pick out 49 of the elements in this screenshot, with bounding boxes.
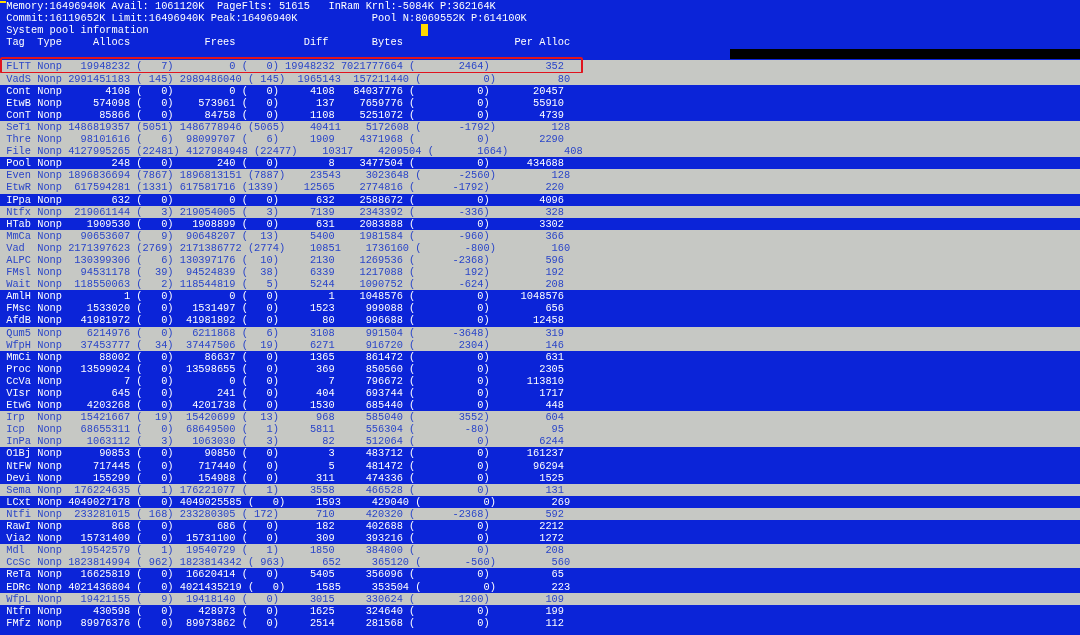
pool-row-text: VIsr Nonp 645 ( 0) 241 ( 0) 404 693744 ( 0) 1717: [5, 387, 565, 400]
pool-row-text: ConT Nonp 85866 ( 0) 84758 ( 0) 1108 5251072 ( 0) 4739: [5, 108, 565, 121]
pool-row-text: Proc Nonp 13599024 ( 0) 13598655 ( 0) 369 850560 ( 0) 2305: [5, 362, 565, 375]
cursor-icon: [421, 24, 428, 37]
pool-row: Ntfx Nonp 219061144 ( 3) 219054005 ( 3) 7139 2343392 ( -336) 328: [0, 205, 1080, 218]
pool-row: Sema Nonp 176224635 ( 1) 176221077 ( 1) 3558 466528 ( 0) 131: [0, 483, 1080, 496]
pool-row-text: Devi Nonp 155299 ( 0) 154988 ( 0) 311 474336 ( 0) 1525: [5, 471, 565, 484]
status-text: Memory:16496940K Avail: 1061120K PageFlts: 51615 InRam Krnl:-5084K P:362164K: [6, 0, 496, 13]
pool-row-text: EDRc Nonp 4021436804 ( 0) 4021435219 ( 0) 1585 353504 ( 0) 223: [5, 580, 572, 593]
column-header: Tag Type Allocs Frees Diff Bytes Per Alloc: [5, 36, 571, 49]
pool-row-text: AmlH Nonp 1 ( 0) 0 ( 0) 1 1048576 ( 0) 1048576: [5, 290, 565, 303]
pool-row: Qum5 Nonp 6214976 ( 0) 6211868 ( 6) 3108 991504 ( -3648) 319: [0, 326, 1080, 339]
pool-row-text: Via2 Nonp 15731409 ( 0) 15731100 ( 0) 309 393216 ( 0) 1272: [5, 532, 565, 545]
pool-row-text: MmCi Nonp 88002 ( 0) 86637 ( 0) 1365 861472 ( 0) 631: [5, 350, 565, 363]
pool-row: Mdl Nonp 19542579 ( 1) 19540729 ( 1) 1850 384800 ( 0) 208: [0, 544, 1080, 557]
pool-row-text: AfdB Nonp 41981972 ( 0) 41981892 ( 0) 80 996688 ( 0) 12458: [5, 314, 565, 327]
pool-row-text: CcVa Nonp 7 ( 0) 0 ( 0) 7 796672 ( 0) 113810: [5, 374, 565, 387]
pool-row-text: EtwG Nonp 4203268 ( 0) 4201738 ( 0) 1530 685440 ( 0) 448: [5, 399, 565, 412]
pool-row: InPa Nonp 1063112 ( 3) 1063030 ( 3) 82 512064 ( 0) 6244: [0, 435, 1080, 448]
pool-row: CcSc Nonp 1823814994 ( 962) 1823814342 ( 963) 652 365120 ( -560) 560: [0, 556, 1080, 569]
pool-row-text: ReTa Nonp 16625819 ( 0) 16620414 ( 0) 5405 356096 ( 0) 65: [5, 568, 565, 581]
pool-row: Even Nonp 1896836694 (7867) 1896813151 (7887) 23543 3023648 ( -2560) 128: [0, 169, 1080, 182]
cursor-icon: [0, 1, 7, 3]
pool-row-text: Cont Nonp 4108 ( 0) 0 ( 0) 4108 84037776 ( 0) 20457: [5, 84, 565, 97]
pool-row-text: O1Bj Nonp 90853 ( 0) 90850 ( 0) 3 483712 ( 0) 161237: [5, 447, 565, 460]
pool-row-text: EtwB Nonp 574098 ( 0) 573961 ( 0) 137 7659776 ( 0) 55910: [5, 96, 565, 109]
pool-row-text: FMsc Nonp 1533020 ( 0) 1531497 ( 0) 1523 999088 ( 0) 656: [5, 302, 565, 315]
pool-row-text: LCxt Nonp 4049027178 ( 0) 4049025585 ( 0) 1593 429040 ( 0) 269: [5, 495, 572, 508]
pool-row-text: RawI Nonp 868 ( 0) 686 ( 0) 182 402688 ( 0) 2212: [5, 520, 565, 533]
pool-row: Thre Nonp 98101616 ( 6) 98099707 ( 6) 1909 4371968 ( 0) 2290: [0, 133, 1080, 146]
pool-row: Irp Nonp 15421667 ( 19) 15420699 ( 13) 968 585040 ( 3552) 604: [0, 411, 1080, 424]
pool-row: MmCa Nonp 90653607 ( 9) 90648207 ( 13) 5400 1981584 ( -960) 366: [0, 229, 1080, 242]
pool-row-text: HTab Nonp 1909530 ( 0) 1908899 ( 0) 631 2083888 ( 0) 3302: [5, 217, 565, 230]
pool-row: Wait Nonp 118550063 ( 2) 118544819 ( 5) 5244 1090752 ( -624) 208: [0, 278, 1080, 291]
status-text: Commit:16119652K Limit:16496940K Peak:16496940K Pool N:8069552K P:614100K: [6, 12, 527, 25]
pool-row-text: NtFW Nonp 717445 ( 0) 717440 ( 0) 5 481472 ( 0) 96294: [5, 459, 565, 472]
pool-row: File Nonp 4127995265 (22481) 4127984948 (22477) 10317 4209504 ( 1664) 408: [0, 145, 1080, 158]
pool-row-text: IPpa Nonp 632 ( 0) 0 ( 0) 632 2588672 ( 0) 4096: [5, 193, 565, 206]
pool-row: SeT1 Nonp 1486819357 (5051) 1486778946 (5065) 40411 5172608 ( -1792) 128: [0, 120, 1080, 134]
pool-row-text: Pool Nonp 248 ( 0) 240 ( 0) 8 3477504 ( 0) 434688: [5, 157, 565, 170]
pool-row: FLTT Nonp 19948232 ( 7) 0 ( 0) 19948232 7021777664 ( 2464) 352: [0, 60, 1080, 73]
pool-row-text: Ntfn Nonp 430598 ( 0) 428973 ( 0) 1625 324640 ( 0) 199: [5, 604, 565, 617]
status-text: System pool information: [6, 24, 149, 37]
pool-row-text: FMfz Nonp 89976376 ( 0) 89973862 ( 0) 2514 281568 ( 0) 112: [5, 616, 565, 629]
pool-row: FMsl Nonp 94531178 ( 39) 94524839 ( 38) 6339 1217088 ( 192) 192: [0, 266, 1080, 279]
pool-row: Icp Nonp 68655311 ( 0) 68649500 ( 1) 5811 556304 ( -80) 95: [0, 423, 1080, 436]
pool-row: EtwR Nonp 617594281 (1331) 617581716 (1339) 12565 2774816 ( -1792) 220: [0, 181, 1080, 194]
pool-row: Ntfi Nonp 233281015 ( 168) 233280305 ( 172) 710 420320 ( -2368) 592: [0, 507, 1080, 521]
pool-row: WfpL Nonp 19421155 ( 9) 19418140 ( 0) 3015 330624 ( 1200) 109: [0, 592, 1080, 605]
